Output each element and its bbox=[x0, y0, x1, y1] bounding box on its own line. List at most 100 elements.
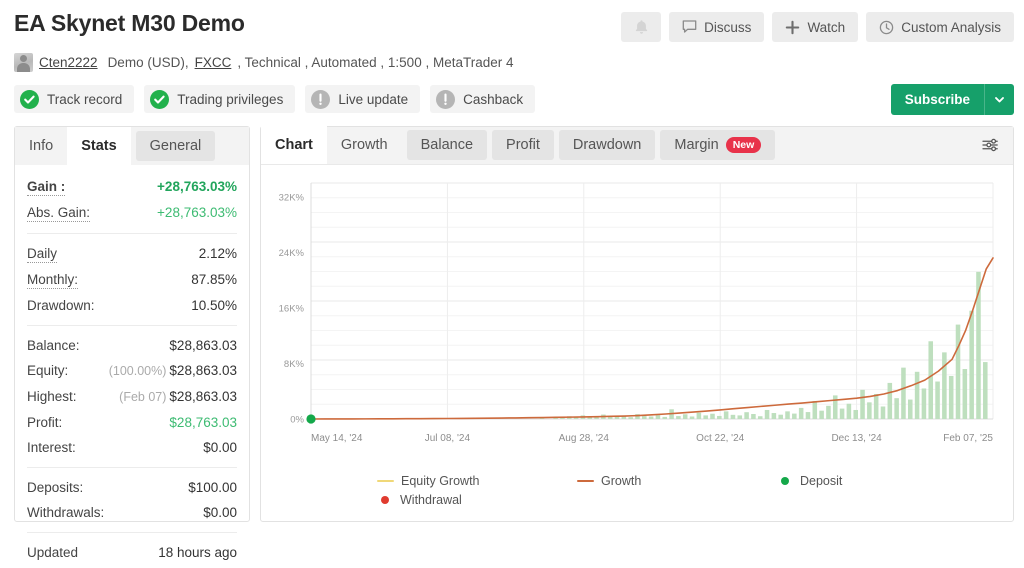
stat-interest: Interest: $0.00 bbox=[27, 435, 237, 460]
username-link[interactable]: Cten2222 bbox=[39, 55, 98, 70]
badge-track-record[interactable]: Track record bbox=[14, 85, 135, 113]
broker-link[interactable]: FXCC bbox=[195, 55, 232, 70]
badge-trading-privileges[interactable]: Trading privileges bbox=[144, 85, 296, 113]
stat-equity: Equity: (100.00%) $28,863.03 bbox=[27, 358, 237, 384]
svg-text:Aug 28, '24: Aug 28, '24 bbox=[559, 433, 610, 444]
stat-label: Withdrawals: bbox=[27, 505, 105, 520]
stat-profit: Profit: $28,763.03 bbox=[27, 410, 237, 435]
info-panel: Info Stats General Gain : +28,763.03% Ab… bbox=[14, 126, 250, 560]
tab-margin-label: Margin bbox=[674, 137, 719, 153]
custom-analysis-label: Custom Analysis bbox=[901, 19, 1001, 35]
tab-info[interactable]: Info bbox=[15, 127, 67, 165]
stat-value: $28,763.03 bbox=[169, 415, 237, 430]
svg-text:8K%: 8K% bbox=[284, 359, 305, 370]
bell-icon bbox=[634, 19, 649, 35]
badge-label: Trading privileges bbox=[177, 91, 284, 107]
divider bbox=[27, 233, 237, 234]
stat-value: $100.00 bbox=[188, 480, 237, 495]
stat-amount: $28,863.03 bbox=[169, 389, 237, 404]
stat-daily: Daily 2.12% bbox=[27, 241, 237, 267]
svg-text:May 14, '24: May 14, '24 bbox=[311, 433, 363, 444]
stat-value: 87.85% bbox=[191, 272, 237, 287]
check-circle-icon bbox=[20, 89, 39, 109]
subscribe-button[interactable]: Subscribe bbox=[890, 84, 1014, 115]
divider bbox=[27, 532, 237, 533]
legend-label: Equity Growth bbox=[401, 473, 480, 488]
main-content: Info Stats General Gain : +28,763.03% Ab… bbox=[10, 122, 1014, 560]
discuss-button[interactable]: Discuss bbox=[669, 12, 765, 42]
divider bbox=[27, 467, 237, 468]
stat-label[interactable]: Abs. Gain: bbox=[27, 204, 91, 222]
stat-label: Interest: bbox=[27, 440, 76, 455]
legend-deposit[interactable]: Deposit bbox=[777, 471, 842, 490]
sliders-icon bbox=[980, 135, 1000, 160]
clock-icon bbox=[879, 20, 894, 35]
stat-value: (100.00%) $28,863.03 bbox=[109, 362, 237, 380]
tab-drawdown[interactable]: Drawdown bbox=[558, 130, 656, 160]
account-meta: Cten2222 Demo (USD), FXCC , Technical , … bbox=[10, 48, 1014, 76]
chevron-down-icon[interactable] bbox=[984, 84, 1014, 115]
svg-text:Oct 22, '24: Oct 22, '24 bbox=[696, 433, 744, 444]
badge-live-update[interactable]: Live update bbox=[305, 85, 421, 113]
tab-balance[interactable]: Balance bbox=[406, 130, 488, 160]
stat-label: Drawdown: bbox=[27, 298, 95, 313]
stat-label[interactable]: Monthly: bbox=[27, 271, 79, 289]
stat-label[interactable]: Gain : bbox=[27, 178, 66, 196]
tab-general[interactable]: General bbox=[135, 131, 216, 161]
stat-value: 10.50% bbox=[191, 298, 237, 313]
svg-text:32K%: 32K% bbox=[279, 192, 305, 203]
stat-label: Highest: bbox=[27, 389, 77, 404]
account-details-label: , Technical , Automated , 1:500 , MetaTr… bbox=[237, 54, 514, 70]
custom-analysis-button[interactable]: Custom Analysis bbox=[866, 12, 1014, 42]
svg-text:Jul 08, '24: Jul 08, '24 bbox=[425, 433, 471, 444]
stat-prefix: (100.00%) bbox=[108, 364, 167, 378]
stat-drawdown: Drawdown: 10.50% bbox=[27, 293, 237, 318]
watch-button[interactable]: Watch bbox=[772, 12, 859, 42]
verification-badges: Track record Trading privileges Live upd… bbox=[10, 76, 1014, 122]
exclamation-circle-icon bbox=[311, 89, 331, 109]
stat-gain: Gain : +28,763.03% bbox=[27, 174, 237, 200]
stat-deposits: Deposits: $100.00 bbox=[27, 475, 237, 500]
info-panel-tabs: Info Stats General bbox=[15, 127, 249, 165]
tab-growth[interactable]: Growth bbox=[327, 126, 402, 164]
growth-chart-svg: 0% 8K% 16K% 24K% 32K% May 14, '24 Jul 08, '24 A… bbox=[279, 182, 994, 444]
legend-dot-icon bbox=[381, 495, 389, 504]
stat-value: $0.00 bbox=[203, 440, 237, 455]
tab-stats[interactable]: Stats bbox=[67, 127, 131, 165]
badge-cashback[interactable]: Cashback bbox=[430, 85, 536, 113]
legend-label: Deposit bbox=[800, 473, 843, 488]
legend-growth[interactable]: Growth bbox=[577, 471, 777, 490]
stat-value: (Feb 07) $28,863.03 bbox=[119, 388, 237, 406]
growth-chart[interactable]: 0% 8K% 16K% 24K% 32K% May 14, '24 Jul 08, '24 A… bbox=[267, 175, 1003, 467]
stat-value: +28,763.03% bbox=[157, 205, 237, 220]
new-badge: New bbox=[725, 137, 762, 153]
chart-settings-button[interactable] bbox=[975, 134, 1005, 160]
stat-label: Deposits: bbox=[27, 480, 84, 495]
notification-bell-button[interactable] bbox=[621, 12, 662, 42]
stat-label: Equity: bbox=[27, 363, 69, 378]
stat-updated: Updated 18 hours ago bbox=[27, 540, 237, 565]
watch-label: Watch bbox=[807, 19, 846, 35]
stat-value: 18 hours ago bbox=[158, 545, 237, 560]
legend-withdrawal[interactable]: Withdrawal bbox=[377, 490, 577, 509]
legend-dot-icon bbox=[781, 476, 789, 485]
stat-label[interactable]: Daily bbox=[27, 245, 58, 263]
tab-profit[interactable]: Profit bbox=[492, 130, 554, 160]
stat-balance: Balance: $28,863.03 bbox=[27, 333, 237, 358]
profile-page: EA Skynet M30 Demo Discuss Watch Custom … bbox=[0, 0, 1024, 568]
legend-line-icon bbox=[577, 479, 594, 482]
svg-text:0%: 0% bbox=[290, 415, 304, 426]
stat-label: Profit: bbox=[27, 415, 63, 430]
legend-equity-growth[interactable]: Equity Growth bbox=[377, 471, 577, 490]
account-type-label: Demo (USD), bbox=[107, 54, 189, 70]
chart-body: 0% 8K% 16K% 24K% 32K% May 14, '24 Jul 08, '24 A… bbox=[261, 165, 1013, 509]
stat-value: 2.12% bbox=[198, 246, 237, 261]
stat-highest: Highest: (Feb 07) $28,863.03 bbox=[27, 384, 237, 410]
tab-chart[interactable]: Chart bbox=[261, 126, 327, 164]
stat-abs-gain: Abs. Gain: +28,763.03% bbox=[27, 200, 237, 226]
stats-list: Gain : +28,763.03% Abs. Gain: +28,763.03… bbox=[15, 165, 249, 568]
chart-panel-tabs: Chart Growth Balance Profit Drawdown Mar… bbox=[261, 126, 1013, 165]
stat-label: Balance: bbox=[27, 338, 80, 353]
tab-margin[interactable]: Margin New bbox=[660, 130, 776, 160]
check-circle-icon bbox=[150, 89, 170, 109]
